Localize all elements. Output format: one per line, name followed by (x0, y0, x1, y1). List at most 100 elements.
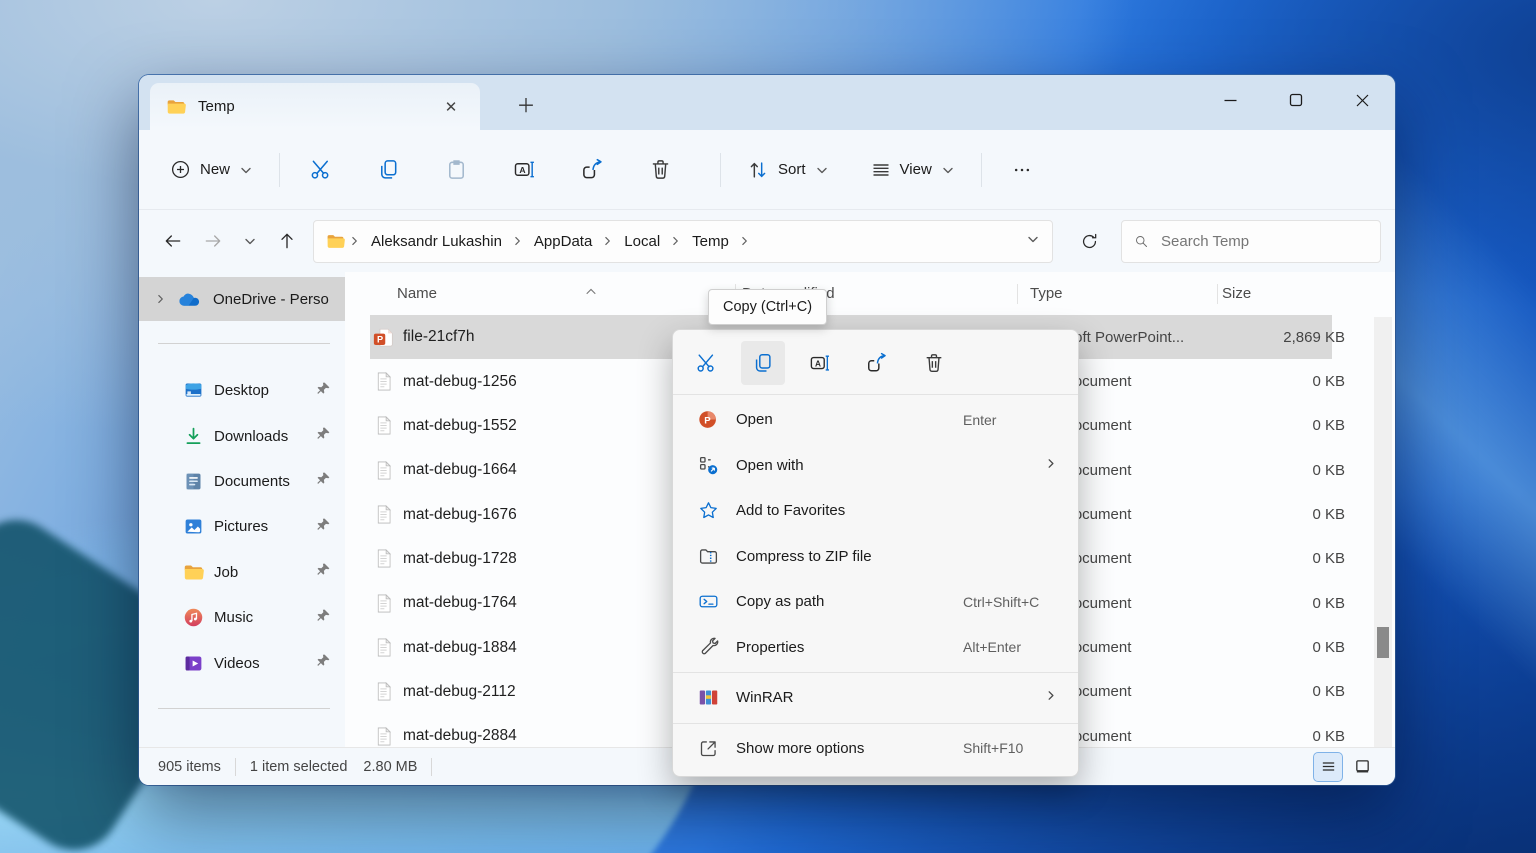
search-box[interactable] (1121, 219, 1381, 263)
search-input[interactable] (1161, 232, 1368, 250)
pin-icon (317, 382, 330, 394)
delete-button[interactable] (636, 146, 684, 194)
copy-button[interactable] (741, 341, 785, 385)
column-headers: Name Date modified Type Size (345, 272, 1395, 315)
document-file-icon (377, 727, 391, 746)
chevron-down-icon (943, 167, 953, 173)
tab-close-icon[interactable]: ✕ (438, 94, 464, 120)
more-options-button[interactable] (998, 146, 1046, 194)
share-button[interactable] (568, 146, 616, 194)
sidebar-item-desktop[interactable]: Desktop (139, 368, 345, 413)
forward-button[interactable] (193, 221, 233, 261)
document-file-icon (377, 505, 391, 524)
delete-button[interactable] (912, 341, 956, 385)
address-dropdown-button[interactable] (1026, 232, 1040, 250)
up-button[interactable] (267, 221, 307, 261)
file-name: mat-debug-1676 (403, 505, 517, 523)
back-button[interactable] (153, 221, 193, 261)
new-tab-button[interactable]: ＋ (511, 89, 541, 119)
sidebar-item-label: Documents (214, 472, 290, 490)
breadcrumb-chevron[interactable] (666, 235, 686, 247)
sidebar-item-onedrive[interactable]: OneDrive - Perso (139, 277, 345, 321)
maximize-button[interactable] (1273, 75, 1319, 125)
menu-item-properties[interactable]: Properties Alt+Enter (678, 625, 1073, 671)
sidebar-item-downloads[interactable]: Downloads (139, 413, 345, 458)
list-scrollbar[interactable] (1374, 317, 1392, 747)
menu-divider (673, 722, 1078, 724)
breadcrumb-chevron[interactable] (598, 235, 618, 247)
file-name: mat-debug-2112 (403, 682, 516, 700)
recent-locations-button[interactable] (233, 221, 267, 261)
menu-item-open-with[interactable]: Open with (678, 443, 1073, 489)
column-divider[interactable] (1017, 284, 1018, 304)
file-name: file-21cf7h (403, 328, 475, 346)
sidebar-item-videos[interactable]: Videos (139, 640, 345, 685)
column-header-type[interactable]: Type (1030, 285, 1222, 302)
paste-button[interactable] (432, 146, 480, 194)
pictures-icon (185, 519, 202, 534)
share-button[interactable] (855, 341, 899, 385)
sort-ascending-icon (585, 284, 597, 301)
breadcrumb-segment[interactable]: Local (618, 230, 666, 253)
details-view-toggle[interactable] (1313, 751, 1343, 782)
column-header-size[interactable]: Size (1222, 285, 1395, 302)
menu-item-open[interactable]: P Open Enter (678, 397, 1073, 443)
rename-icon (514, 161, 535, 178)
plus-circle-icon (171, 160, 190, 179)
details-view-icon (1322, 762, 1334, 771)
refresh-button[interactable] (1071, 223, 1107, 259)
rename-button[interactable] (798, 341, 842, 385)
close-button[interactable] (1339, 75, 1385, 125)
menu-item-copy-as-path[interactable]: Copy as path Ctrl+Shift+C (678, 579, 1073, 625)
chevron-right-icon (158, 294, 163, 304)
copy-button[interactable] (364, 146, 412, 194)
file-name: mat-debug-2884 (403, 727, 517, 745)
sort-button[interactable]: Sort (737, 146, 839, 194)
sort-button-label: Sort (778, 161, 806, 178)
menu-item-label: Open (736, 411, 773, 429)
file-size: 0 KB (1312, 373, 1345, 391)
breadcrumb-segment[interactable]: Aleksandr Lukashin (365, 230, 508, 253)
large-icons-view-icon (1355, 760, 1369, 773)
pin-icon (317, 473, 330, 485)
menu-divider (673, 394, 1078, 395)
breadcrumb[interactable]: Aleksandr Lukashin AppData Local Temp (313, 219, 1053, 263)
menu-item-compress-to-zip[interactable]: Compress to ZIP file (678, 534, 1073, 580)
new-button[interactable]: New (160, 146, 263, 194)
tab-temp[interactable]: Temp ✕ (150, 83, 480, 130)
list-scrollbar-thumb[interactable] (1377, 627, 1389, 658)
sidebar-item-job[interactable]: Job (139, 550, 345, 595)
file-size: 0 KB (1312, 417, 1345, 435)
sidebar-item-documents[interactable]: Documents (139, 459, 345, 504)
copy-as-path-icon (699, 595, 717, 608)
downloads-icon (186, 427, 201, 444)
document-file-icon (377, 638, 391, 657)
breadcrumb-chevron[interactable] (345, 235, 365, 247)
file-size: 0 KB (1312, 594, 1345, 612)
view-button[interactable]: View (861, 146, 965, 194)
sidebar-item-pictures[interactable]: Pictures (139, 504, 345, 549)
file-name: mat-debug-1764 (403, 594, 517, 612)
menu-item-winrar[interactable]: WinRAR (678, 675, 1073, 721)
cut-button[interactable] (684, 341, 728, 385)
column-header-name[interactable]: Name (345, 285, 742, 302)
menu-item-add-to-favorites[interactable]: Add to Favorites (678, 488, 1073, 534)
chevron-right-icon (742, 236, 747, 246)
cut-button[interactable] (296, 146, 344, 194)
breadcrumb-chevron[interactable] (508, 235, 528, 247)
sidebar-item-music[interactable]: Music (139, 595, 345, 640)
sort-icon (750, 161, 766, 178)
tab-title: Temp (198, 98, 235, 115)
column-divider[interactable] (1217, 284, 1218, 304)
breadcrumb-segment[interactable]: Temp (686, 230, 735, 253)
breadcrumb-segment[interactable]: AppData (528, 230, 598, 253)
file-size: 0 KB (1312, 683, 1345, 701)
minimize-button[interactable] (1207, 75, 1253, 125)
menu-item-show-more-options[interactable]: Show more options Shift+F10 (678, 726, 1073, 772)
rename-button[interactable] (500, 146, 548, 194)
breadcrumb-chevron[interactable] (735, 235, 755, 247)
sidebar-divider (158, 343, 330, 344)
powerpoint-file-icon (373, 328, 393, 347)
large-icons-view-toggle[interactable] (1348, 753, 1376, 781)
sidebar-item-label: Job (214, 563, 239, 581)
